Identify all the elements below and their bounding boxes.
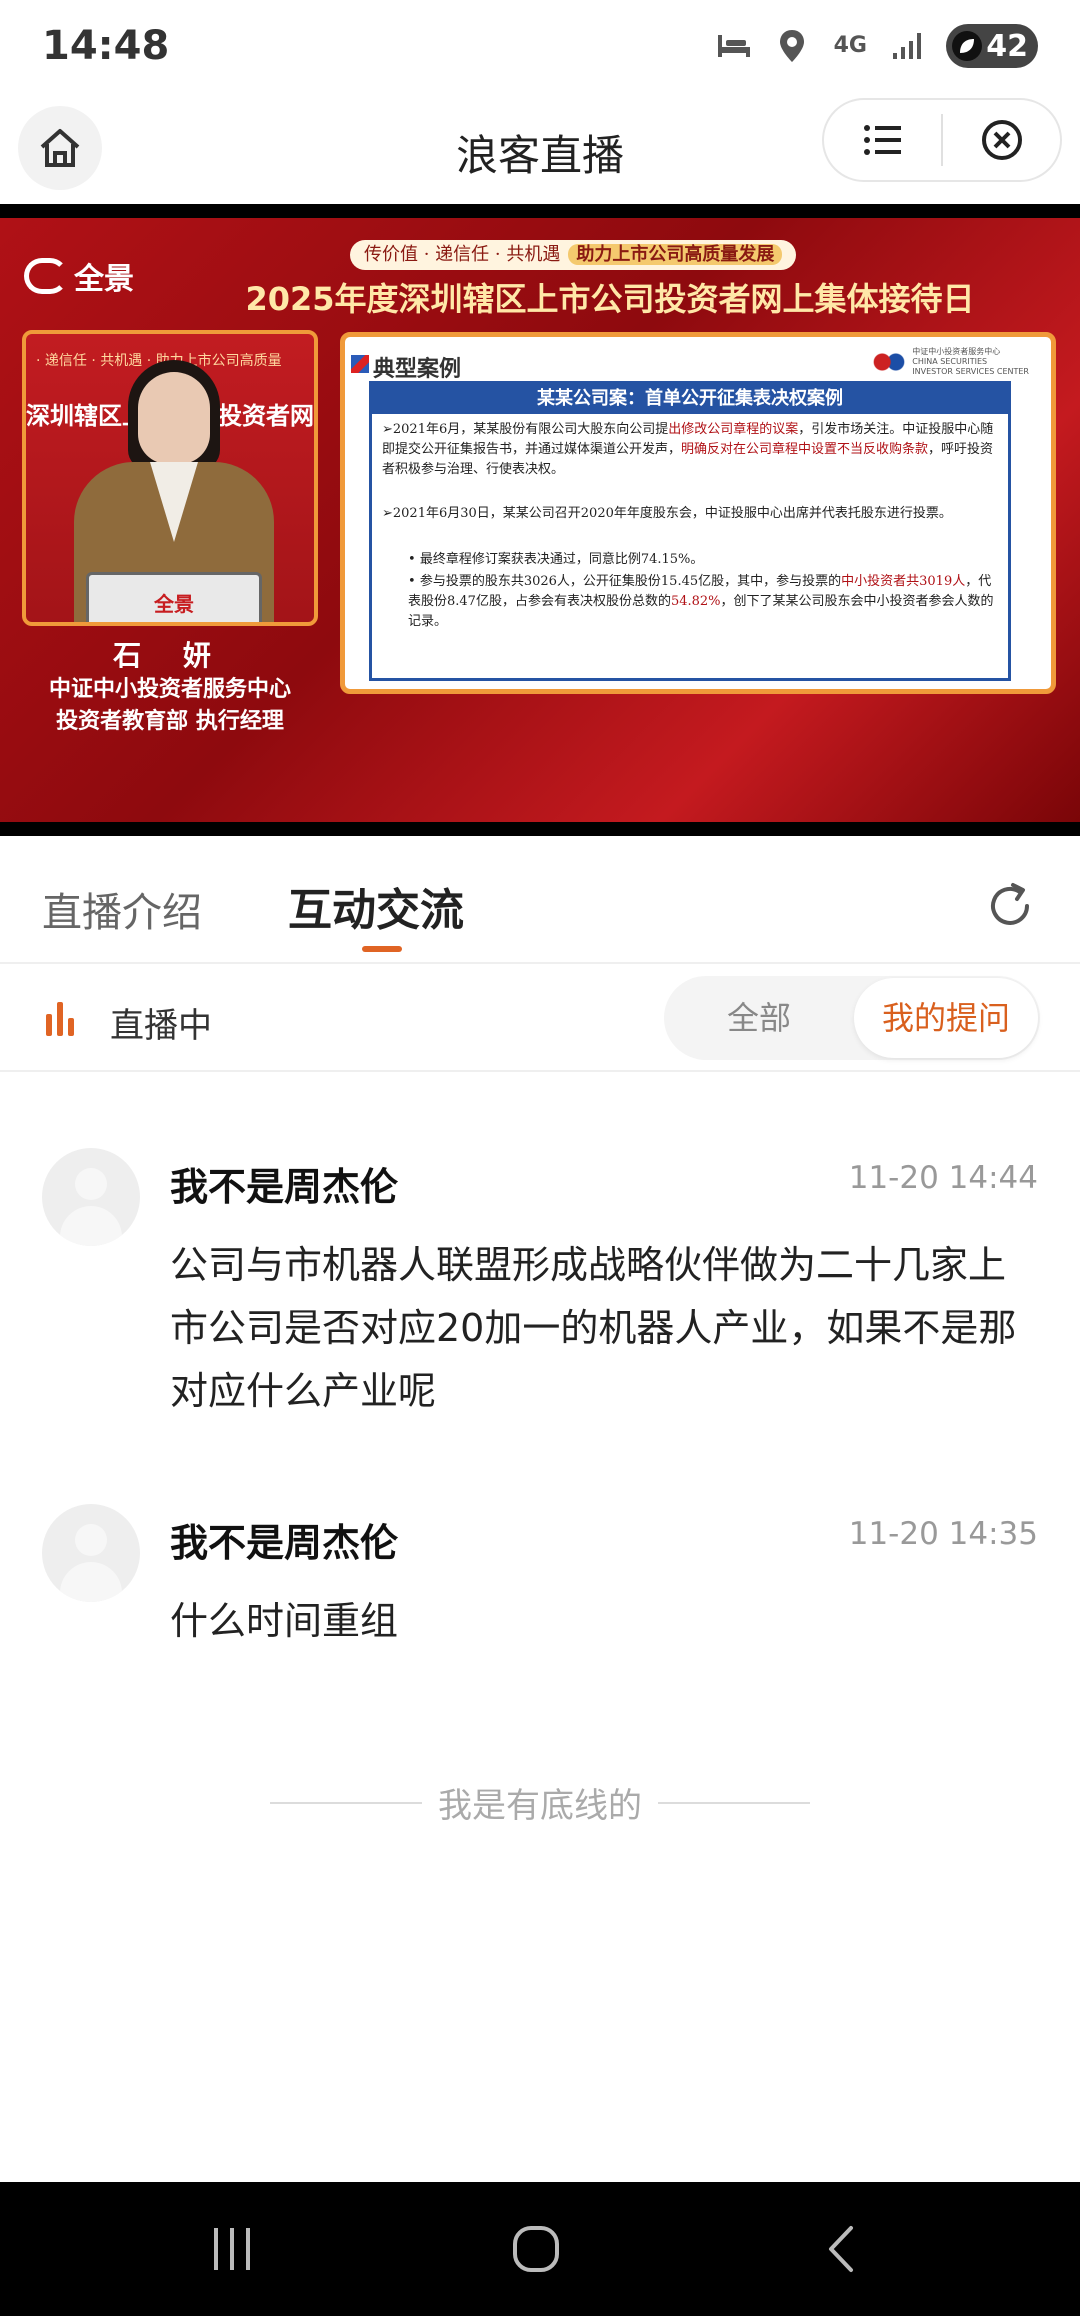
title-bar: 浪客直播 — [0, 92, 1080, 204]
battery-level: 42 — [986, 28, 1028, 64]
list-item: 我不是周杰伦 11-20 14:44 公司与市机器人联盟形成战略伙伴做为二十几家… — [0, 1148, 1080, 1438]
speaker-name: 石 妍 — [113, 639, 227, 672]
recents-icon — [214, 2228, 250, 2270]
filter-mine[interactable]: 我的提问 — [854, 978, 1038, 1058]
message-time: 11-20 14:44 — [848, 1160, 1038, 1196]
presentation-slide: 典型案例 中证中小投资者服务中心 CHINA SECURITIES INVEST… — [340, 332, 1056, 694]
p1-text-a: ➢2021年6月，某某股份有限公司大股东向公司提 — [382, 422, 669, 437]
live-bars-icon — [46, 1002, 76, 1036]
org-logo-icon — [872, 347, 907, 377]
menu-button[interactable] — [824, 100, 941, 180]
b2-highlight-2: 54.82% — [670, 594, 721, 609]
refresh-icon — [991, 883, 1029, 925]
avatar-body — [60, 1562, 122, 1602]
case-bullet-1: • 最终章程修订案获表决通过，同意比例74.15%。 — [408, 552, 704, 567]
avatar-body — [60, 1206, 122, 1246]
tab-intro[interactable]: 直播介绍 — [42, 880, 202, 938]
home-circle-icon — [513, 2226, 559, 2272]
end-text: 我是有底线的 — [438, 1786, 642, 1826]
slide-label: 典型案例 — [373, 357, 462, 382]
location-icon — [772, 26, 812, 66]
speaker-org: 中证中小投资者服务中心 投资者教育部 执行经理 — [14, 674, 326, 738]
system-home-button[interactable] — [456, 2182, 616, 2316]
podium: 全景 — [86, 572, 262, 622]
speaker-video: · 递信任 · 共机遇 · 助力上市公司高质量 深圳辖区上市公司投资者网上 全景 — [22, 330, 318, 626]
logo-text-en2: INVESTOR SERVICES CENTER — [912, 367, 1029, 376]
slogan-highlight: 助力上市公司高质量发展 — [568, 244, 783, 265]
case-paragraph-2: ➢2021年6月30日，某某公司召开2020年年度股东会，中证投服中心出席并代表… — [382, 506, 952, 521]
avatar[interactable] — [42, 1148, 140, 1246]
slide-logo: 中证中小投资者服务中心 CHINA SECURITIES INVESTOR SE… — [872, 347, 1029, 377]
speaker-org-line2: 投资者教育部 执行经理 — [56, 709, 284, 734]
status-time: 14:48 — [42, 23, 170, 69]
video-frame: 全景 传价值 · 递信任 · 共机遇 助力上市公司高质量发展 2025年度深圳辖区… — [0, 218, 1080, 822]
message-text: 什么时间重组 — [170, 1599, 399, 1643]
status-icons: 4G 42 — [714, 24, 1038, 68]
b2-highlight-1: 中小投资者共3019人 — [841, 574, 966, 589]
close-circle-icon — [981, 120, 1022, 160]
event-heading: 2025年度深圳辖区上市公司投资者网上集体接待日 — [245, 280, 975, 318]
slogan-text: 传价值 · 递信任 · 共机遇 — [364, 244, 561, 265]
slide-logo-text: 中证中小投资者服务中心 CHINA SECURITIES INVESTOR SE… — [912, 347, 1029, 377]
speaker-face — [138, 372, 210, 464]
p1-highlight-2: 明确反对在公司章程中设置不当反收购条款 — [681, 442, 929, 457]
avatar-head — [75, 1168, 107, 1200]
back-button[interactable] — [760, 2182, 920, 2316]
live-status: 直播中 — [110, 1006, 212, 1046]
signal-icon — [888, 26, 928, 66]
avatar-head — [75, 1524, 107, 1556]
case-title: 某某公司案：首单公开征集表决权案例 — [372, 384, 1008, 414]
network-type: 4G — [833, 33, 867, 58]
message-username: 我不是周杰伦 — [170, 1521, 399, 1565]
system-nav-bar — [0, 2182, 1080, 2316]
message-username: 我不是周杰伦 — [170, 1165, 399, 1209]
refresh-button[interactable] — [980, 876, 1040, 936]
list-menu-icon — [863, 125, 901, 155]
podium-brand: 全景 — [154, 591, 194, 616]
logo-text-cn: 中证中小投资者服务中心 — [912, 347, 1001, 356]
tab-active-indicator — [362, 946, 402, 952]
recents-button[interactable] — [152, 2182, 312, 2316]
bullet-1-text: 最终章程修订案获表决通过，同意比例74.15%。 — [419, 552, 704, 567]
end-rule-left — [270, 1801, 422, 1804]
slogan-banner: 传价值 · 递信任 · 共机遇 助力上市公司高质量发展 — [350, 240, 797, 270]
message-time: 11-20 14:35 — [848, 1516, 1038, 1552]
mini-program-capsule — [822, 98, 1062, 182]
bed-icon — [714, 26, 754, 66]
logo-text-en1: CHINA SECURITIES — [912, 357, 988, 366]
leaf-icon — [952, 31, 983, 61]
content-tabs: 直播介绍 互动交流 — [0, 836, 1080, 964]
close-button[interactable] — [943, 100, 1060, 180]
avatar[interactable] — [42, 1504, 140, 1602]
message-text: 公司与市机器人联盟形成战略伙伴做为二十几家上市公司是否对应20加一的机器人产业，… — [170, 1243, 1017, 1413]
live-status-row: 直播中 全部 我的提问 — [0, 964, 1080, 1072]
status-bar: 14:48 4G 42 — [0, 0, 1080, 92]
network-4g-icon: 4G — [830, 26, 870, 66]
case-bullet-2: • 参与投票的股东共3026人，公开征集股份15.45亿股，其中，参与投票的中小… — [408, 574, 994, 629]
case-paragraph-1: ➢2021年6月，某某股份有限公司大股东向公司提出修改公司章程的议案，引发市场关… — [382, 420, 994, 480]
battery-icon: 42 — [946, 24, 1038, 68]
b2-text-a: 参与投票的股东共3026人，公开征集股份15.45亿股，其中，参与投票的 — [419, 574, 842, 589]
p1-highlight-1: 出修改公司章程的议案 — [668, 422, 799, 437]
slide-stripe-icon — [351, 355, 369, 373]
question-filter: 全部 我的提问 — [664, 976, 1040, 1060]
tab-interact[interactable]: 互动交流 — [288, 874, 464, 938]
speaker-org-line1: 中证中小投资者服务中心 — [48, 677, 291, 702]
case-box: 某某公司案：首单公开征集表决权案例 ➢2021年6月，某某股份有限公司大股东向公… — [369, 381, 1011, 681]
list-item: 我不是周杰伦 11-20 14:35 什么时间重组 — [0, 1504, 1080, 1664]
list-end-marker: 我是有底线的 — [270, 1778, 810, 1827]
end-rule-right — [658, 1801, 810, 1804]
back-icon — [829, 2226, 853, 2272]
live-video-player[interactable]: 全景 传价值 · 递信任 · 共机遇 助力上市公司高质量发展 2025年度深圳辖区… — [0, 204, 1080, 836]
filter-all[interactable]: 全部 — [664, 976, 854, 1060]
